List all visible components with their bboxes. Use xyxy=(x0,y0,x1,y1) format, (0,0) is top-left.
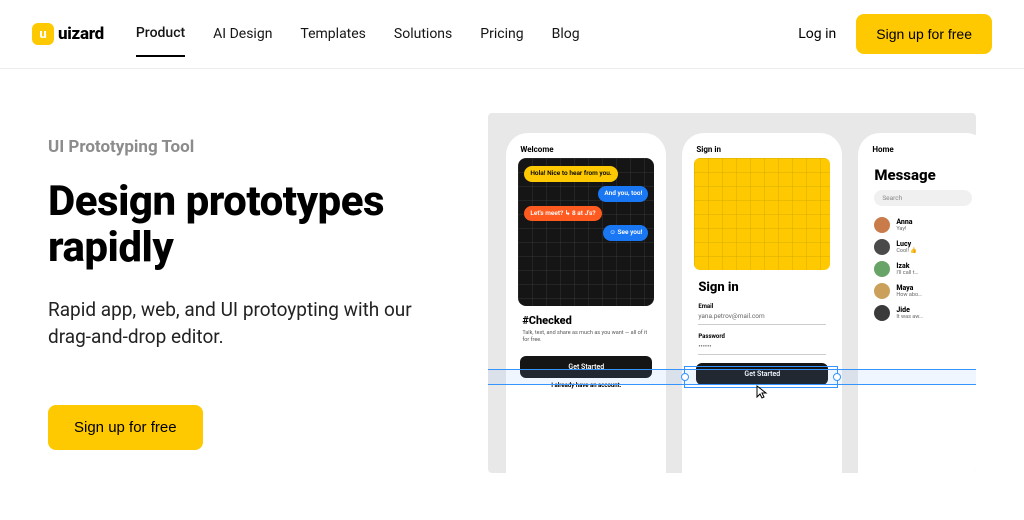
preview-canvas: Welcome Hola! Nice to hear from you. And… xyxy=(488,113,976,473)
get-started-button: Get Started xyxy=(520,356,652,378)
mock-label: Welcome xyxy=(512,139,660,158)
logo[interactable]: u uizard xyxy=(32,23,104,45)
avatar xyxy=(874,305,890,321)
hero-section: UI Prototyping Tool Design prototypes ra… xyxy=(0,69,1024,473)
contact-name: Jide xyxy=(896,306,922,314)
chat-bubble: ☺ See you! xyxy=(603,225,648,241)
login-link[interactable]: Log in xyxy=(798,26,836,42)
logo-mark: u xyxy=(32,23,54,45)
already-account-link: I already have an account. xyxy=(512,382,660,395)
eyebrow: UI Prototyping Tool xyxy=(48,137,456,157)
contact-sub: It was aw… xyxy=(896,314,922,320)
welcome-text: #Checked Talk, text, and share as much a… xyxy=(512,306,660,348)
mock-label: Home xyxy=(864,139,976,158)
chat-bubble: Let's meet? ↳ 8 at J's? xyxy=(524,206,601,222)
nav-item-templates[interactable]: Templates xyxy=(300,26,366,56)
nav-item-product[interactable]: Product xyxy=(136,25,185,57)
search-field: Search xyxy=(874,190,972,206)
nav-item-ai-design[interactable]: AI Design xyxy=(213,26,272,56)
contact-row: IzakI'll call t… xyxy=(864,258,976,280)
avatar xyxy=(874,217,890,233)
signin-hero-image xyxy=(694,158,830,270)
mock-label: Sign in xyxy=(688,139,836,158)
contact-sub: Yay! xyxy=(896,226,912,232)
get-started-button: Get Started xyxy=(696,363,828,385)
email-label: Email xyxy=(698,303,826,310)
contact-sub: How abo… xyxy=(896,292,921,298)
password-value: •••••• xyxy=(698,342,826,355)
contact-name: Maya xyxy=(896,284,921,292)
contact-sub: Cool! 👍 xyxy=(896,248,917,254)
contact-row: AnnaYay! xyxy=(864,214,976,236)
contact-name: Lucy xyxy=(896,240,917,248)
mock-home: Home Message Search AnnaYay!LucyCool! 👍I… xyxy=(858,133,976,473)
nav-item-solutions[interactable]: Solutions xyxy=(394,26,452,56)
welcome-desc: Talk, text, and share as much as you wan… xyxy=(522,330,650,344)
chat-area: Hola! Nice to hear from you. And you, to… xyxy=(518,158,654,306)
contact-row: MayaHow abo… xyxy=(864,280,976,302)
signin-title: Sign in xyxy=(698,280,826,295)
contact-name: Izak xyxy=(896,262,918,270)
chat-bubble: Hola! Nice to hear from you. xyxy=(524,166,617,182)
password-label: Password xyxy=(698,333,826,340)
avatar xyxy=(874,261,890,277)
nav-item-pricing[interactable]: Pricing xyxy=(480,26,523,56)
chat-bubble: And you, too! xyxy=(598,186,648,202)
signup-button[interactable]: Sign up for free xyxy=(856,14,992,54)
mock-welcome: Welcome Hola! Nice to hear from you. And… xyxy=(506,133,666,473)
main-nav: Product AI Design Templates Solutions Pr… xyxy=(136,25,580,43)
headline: Design prototypes rapidly xyxy=(48,179,456,271)
hero-copy: UI Prototyping Tool Design prototypes ra… xyxy=(48,113,456,473)
email-value: yana.petrov@mail.com xyxy=(698,312,826,325)
contact-row: LucyCool! 👍 xyxy=(864,236,976,258)
logo-text: uizard xyxy=(58,24,104,44)
hero-cta-button[interactable]: Sign up for free xyxy=(48,405,203,450)
mock-signin: Sign in Sign in Email yana.petrov@mail.c… xyxy=(682,133,842,473)
messages-title: Message xyxy=(864,158,976,190)
contact-name: Anna xyxy=(896,218,912,226)
contact-sub: I'll call t… xyxy=(896,270,918,276)
top-nav: u uizard Product AI Design Templates Sol… xyxy=(0,0,1024,69)
contacts-list: AnnaYay!LucyCool! 👍IzakI'll call t…MayaH… xyxy=(864,214,976,324)
subhead: Rapid app, web, and UI protoypting with … xyxy=(48,297,428,350)
welcome-title: #Checked xyxy=(522,314,650,327)
avatar xyxy=(874,283,890,299)
signin-form: Sign in Email yana.petrov@mail.com Passw… xyxy=(688,270,836,355)
nav-item-blog[interactable]: Blog xyxy=(552,26,580,56)
contact-row: JideIt was aw… xyxy=(864,302,976,324)
avatar xyxy=(874,239,890,255)
